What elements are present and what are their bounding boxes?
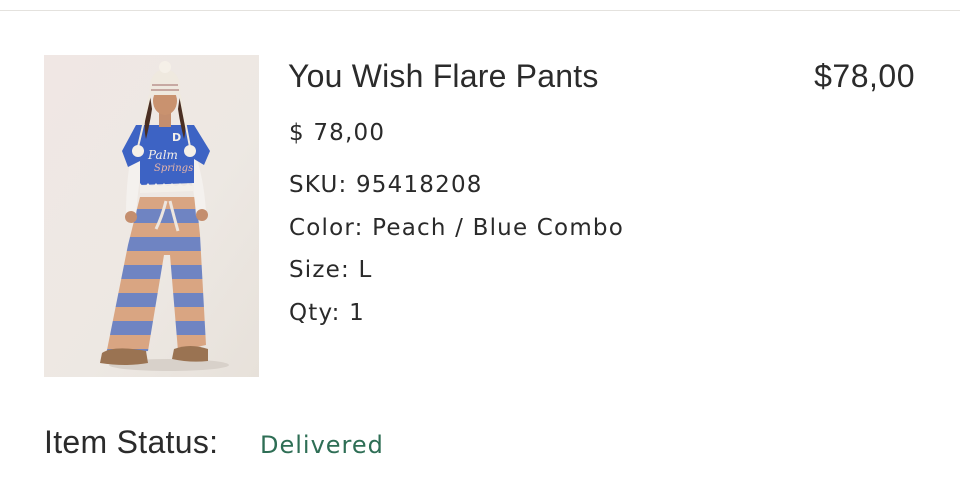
product-photo-icon: Palm Springs D: [44, 55, 259, 377]
unit-price: $ 78,00: [289, 120, 386, 146]
svg-text:D: D: [172, 131, 181, 144]
item-status-label: Item Status:: [44, 424, 219, 460]
color-text: Color: Peach / Blue Combo: [289, 215, 625, 241]
size-text: Size: L: [289, 257, 373, 283]
top-divider: [0, 10, 960, 11]
sku-text: SKU: 95418208: [289, 172, 483, 198]
line-total: $78,00: [814, 58, 915, 94]
qty-text: Qty: 1: [289, 300, 365, 326]
svg-text:Palm: Palm: [147, 148, 178, 162]
product-image[interactable]: Palm Springs D: [44, 55, 259, 377]
item-status-value: Delivered: [260, 431, 384, 459]
svg-text:Springs: Springs: [154, 163, 193, 174]
product-name[interactable]: You Wish Flare Pants: [288, 58, 599, 95]
